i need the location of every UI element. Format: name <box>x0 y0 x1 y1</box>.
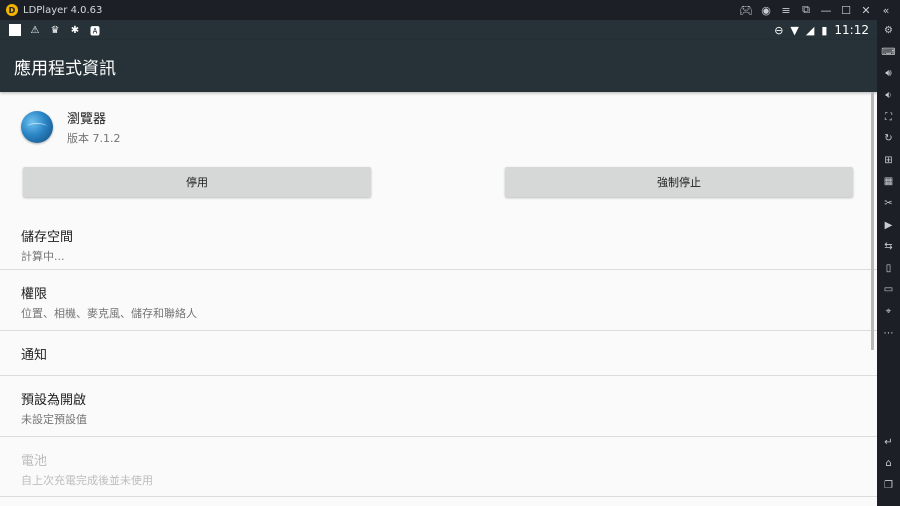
wifi-icon: ▼ <box>790 23 799 37</box>
signal-icon: ◢ <box>805 23 815 37</box>
emulator-toolbar: ⚙ ⌨ 🔊︎ 🔉︎ ⛶ ↻ ⊞ ▦ ✂ ▶ ⇆ ▯ ▭ ⌖ ⋯ ↵ ⌂ ❐ <box>877 20 900 506</box>
status-bar: ⚠ ♛ ✱ 🅰︎ ⊖ ▼ ◢ ▮ 11:12 <box>0 20 877 40</box>
row-title: 權限 <box>21 287 48 302</box>
force-stop-button[interactable]: 強制停止 <box>505 167 853 197</box>
back-icon[interactable]: ↵ <box>877 431 900 453</box>
app-info-content: 瀏覽器 版本 7.1.2 停用 強制停止 儲存空間 計算中... 權限 位置、相… <box>0 92 877 506</box>
row-subtitle: 自上次充電完成後並未使用 <box>21 474 153 487</box>
row-title: 電池 <box>21 454 48 469</box>
sync-icon[interactable]: ⇆ <box>877 236 900 258</box>
row-title: 儲存空間 <box>21 230 74 245</box>
battery-icon: ▮ <box>821 23 828 37</box>
notifications-row[interactable]: 通知 <box>0 331 877 376</box>
folder-icon[interactable]: ▭ <box>877 279 900 301</box>
android-screen: ⚠ ♛ ✱ 🅰︎ ⊖ ▼ ◢ ▮ 11:12 應用程式資訊 瀏覽器 版本 7.1… <box>0 20 877 506</box>
clock: 11:12 <box>834 23 869 37</box>
record-icon[interactable]: ▶ <box>877 214 900 236</box>
open-by-default-row[interactable]: 預設為開啟 未設定預設值 <box>0 376 877 437</box>
scissors-icon[interactable]: ✂ <box>877 193 900 215</box>
row-title: 通知 <box>21 348 48 363</box>
square-icon <box>9 24 21 36</box>
more-icon[interactable]: ⋯ <box>877 322 900 344</box>
screenshot-icon[interactable]: ⛶ <box>877 106 900 128</box>
close-icon[interactable]: ✕ <box>856 4 876 17</box>
expand-icon[interactable]: ⧉ <box>796 3 816 17</box>
window-controls: 🎮︎ ◉ ≡ ⧉ — ☐ ✕ « <box>736 0 896 20</box>
bug-icon: ✱ <box>70 24 80 36</box>
row-subtitle: 未設定預設值 <box>21 413 87 426</box>
storage-row[interactable]: 儲存空間 計算中... <box>0 220 877 270</box>
app-version: 版本 7.1.2 <box>67 132 121 145</box>
macro-icon[interactable]: ▦ <box>877 171 900 193</box>
emulator-title-bar: D LDPlayer 4.0.63 🎮︎ ◉ ≡ ⧉ — ☐ ✕ « <box>0 0 900 20</box>
minimize-icon[interactable]: — <box>816 4 836 17</box>
browser-globe-icon <box>21 111 53 143</box>
collapse-icon[interactable]: « <box>876 4 896 17</box>
settings-icon[interactable]: ⚙ <box>877 20 900 42</box>
rotate-icon[interactable]: ↻ <box>877 128 900 150</box>
emulator-title: LDPlayer 4.0.63 <box>23 4 103 16</box>
gamepad-icon[interactable]: 🎮︎ <box>736 4 756 17</box>
home-icon[interactable]: ⌂ <box>877 453 900 475</box>
row-subtitle: 位置、相機、麥克風、儲存和聯絡人 <box>21 307 197 320</box>
row-title: 預設為開啟 <box>21 393 87 408</box>
scrollbar[interactable] <box>871 92 874 350</box>
install-apk-icon[interactable]: ⊞ <box>877 150 900 172</box>
app-bar: 應用程式資訊 <box>0 40 877 92</box>
user-icon[interactable]: ◉ <box>756 4 776 17</box>
shake-icon[interactable]: ▯ <box>877 258 900 280</box>
disable-button[interactable]: 停用 <box>23 167 371 197</box>
app-name: 瀏覽器 <box>67 112 107 127</box>
ldplayer-logo-icon: D <box>6 4 18 16</box>
volume-up-icon[interactable]: 🔊︎ <box>877 63 900 85</box>
warning-icon: ⚠ <box>30 24 40 36</box>
row-subtitle: 計算中... <box>21 250 65 263</box>
recents-icon[interactable]: ❐ <box>877 474 900 496</box>
keyboard-icon[interactable]: ⌨ <box>877 42 900 64</box>
app-header: 瀏覽器 版本 7.1.2 <box>21 108 121 146</box>
a-box-icon: 🅰︎ <box>90 26 100 38</box>
permissions-row[interactable]: 權限 位置、相機、麥克風、儲存和聯絡人 <box>0 270 877 331</box>
menu-icon[interactable]: ≡ <box>776 4 796 17</box>
maximize-icon[interactable]: ☐ <box>836 4 856 17</box>
location-icon[interactable]: ⌖ <box>877 301 900 323</box>
page-title: 應用程式資訊 <box>14 58 116 79</box>
volume-down-icon[interactable]: 🔉︎ <box>877 85 900 107</box>
crown-icon: ♛ <box>50 24 60 36</box>
battery-row: 電池 自上次充電完成後並未使用 <box>0 437 877 497</box>
dnd-icon: ⊖ <box>774 23 784 37</box>
